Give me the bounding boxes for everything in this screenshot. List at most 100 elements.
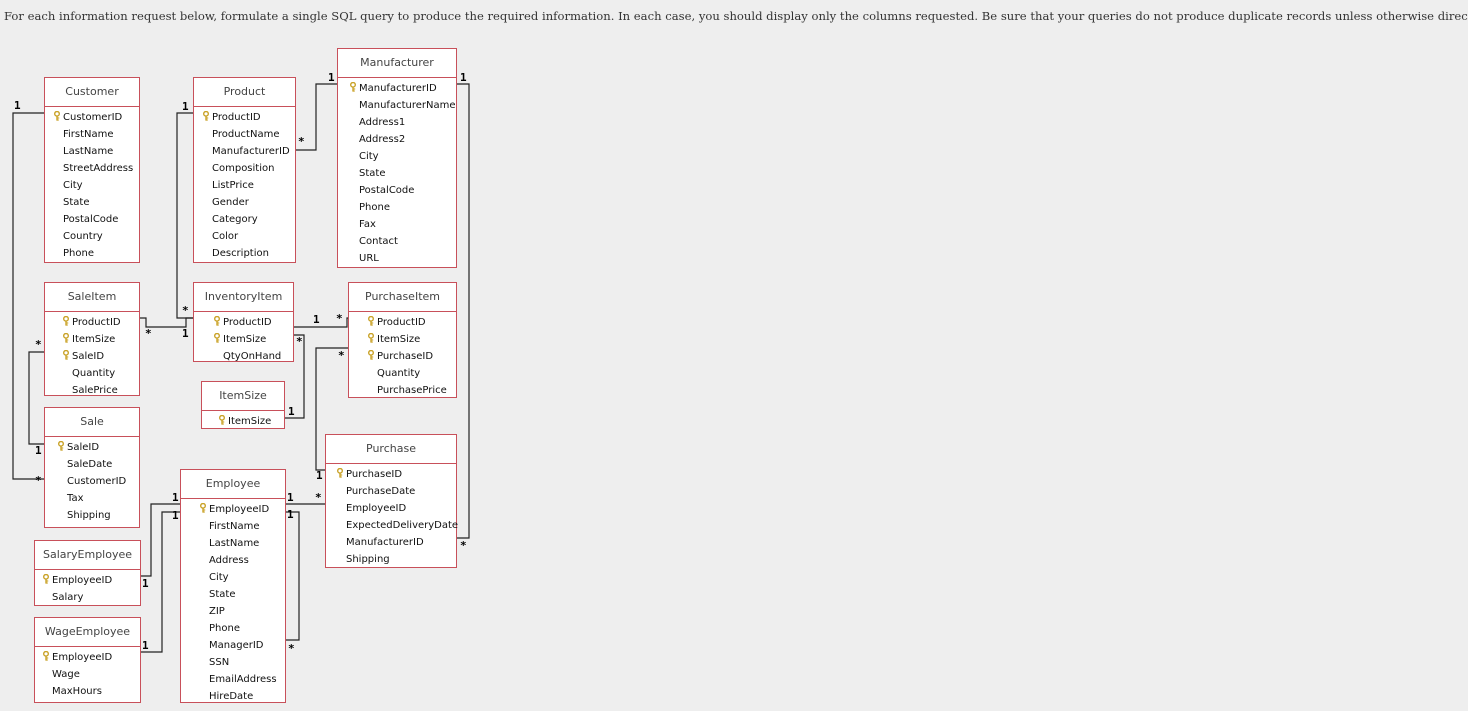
table-field[interactable]: PurchasePrice [367,382,456,399]
table-field[interactable]: ProductID [213,314,293,331]
field-name: Composition [212,163,275,174]
table-field[interactable]: LastName [199,535,285,552]
table-field[interactable]: EmailAddress [199,671,285,688]
table-field[interactable]: ListPrice [202,177,295,194]
table-field[interactable]: ManufacturerID [202,143,295,160]
primary-key-icon [63,350,69,360]
table-field[interactable]: CustomerID [57,473,139,490]
table-field[interactable]: City [349,148,456,165]
table-field[interactable]: Salary [42,589,140,606]
table-field[interactable]: Description [202,245,295,262]
table-field[interactable]: SaleDate [57,456,139,473]
field-name: Address [209,555,249,566]
table-field[interactable]: LastName [53,143,139,160]
customer-table[interactable]: Customer CustomerID FirstName LastName Stre… [44,77,140,263]
primary-key-icon [214,333,220,343]
field-name: CustomerID [63,112,123,123]
table-field[interactable]: PostalCode [349,182,456,199]
table-field[interactable]: Gender [202,194,295,211]
table-field[interactable]: PurchaseID [336,466,456,483]
table-field[interactable]: Shipping [336,551,456,568]
table-field[interactable]: SaleID [57,439,139,456]
table-field[interactable]: ProductID [367,314,456,331]
product-table[interactable]: Product ProductID ProductName Manufacturer… [193,77,296,263]
manufacturer-table[interactable]: Manufacturer ManufacturerID ManufacturerN… [337,48,457,268]
table-field[interactable]: Phone [349,199,456,216]
table-field[interactable]: Phone [199,620,285,637]
table-field[interactable]: ProductID [202,109,295,126]
purchase-table[interactable]: Purchase PurchaseID PurchaseDate EmployeeI… [325,434,458,568]
wageemployee-table[interactable]: WageEmployee EmployeeID Wage MaxHours [34,617,141,703]
table-field[interactable]: ExpectedDeliveryDate [336,517,458,534]
table-field[interactable]: ItemSize [218,413,284,430]
table-field[interactable]: EmployeeID [336,500,456,517]
table-field[interactable]: ItemSize [367,331,456,348]
table-field[interactable]: Address1 [349,114,456,131]
table-field[interactable]: State [349,165,456,182]
table-field[interactable]: City [199,569,285,586]
table-field[interactable]: StreetAddress [53,160,139,177]
table-field[interactable]: Wage [42,666,140,683]
table-field[interactable]: Address [199,552,285,569]
table-field[interactable]: EmployeeID [42,649,140,666]
field-name: Shipping [67,510,111,521]
table-field[interactable]: Color [202,228,295,245]
table-field[interactable]: SaleID [62,348,139,365]
primary-key-icon [58,441,64,451]
table-field[interactable]: City [53,177,139,194]
field-name: PurchaseID [346,469,403,480]
table-field[interactable]: EmployeeID [42,572,140,589]
primary-key-icon [54,111,60,121]
table-field[interactable]: ManufacturerName [349,97,456,114]
table-field[interactable]: Quantity [62,365,139,382]
table-field[interactable]: FirstName [53,126,139,143]
table-field[interactable]: Fax [349,216,456,233]
table-field[interactable]: Shipping [57,507,139,524]
table-field[interactable]: PurchaseDate [336,483,456,500]
field-name: ManagerID [209,640,264,651]
sale-table[interactable]: Sale SaleID SaleDate CustomerID Tax Shipping [44,407,140,528]
field-name: State [209,589,236,600]
primary-key-icon [214,316,220,326]
table-field[interactable]: HireDate [199,688,285,705]
table-field[interactable]: ProductID [62,314,139,331]
field-name: ProductID [72,317,121,328]
table-field[interactable]: QtyOnHand [213,348,293,365]
inventoryitem-table[interactable]: InventoryItem ProductID ItemSize QtyOnHand [193,282,294,362]
table-field[interactable]: EmployeeID [199,501,285,518]
table-field[interactable]: ItemSize [62,331,139,348]
purchaseitem-table[interactable]: PurchaseItem ProductID ItemSize PurchaseID… [348,282,457,398]
table-field[interactable]: CustomerID [53,109,139,126]
table-field[interactable]: Tax [57,490,139,507]
table-field[interactable]: Country [53,228,139,245]
table-field[interactable]: Category [202,211,295,228]
table-field[interactable]: ProductName [202,126,295,143]
saleitem-table[interactable]: SaleItem ProductID ItemSize SaleID Quantity… [44,282,140,396]
table-field[interactable]: ManagerID [199,637,285,654]
table-field[interactable]: Address2 [349,131,456,148]
table-field[interactable]: Contact [349,233,456,250]
table-field[interactable]: URL [349,250,456,267]
table-field[interactable]: SalePrice [62,382,139,399]
employee-table[interactable]: Employee EmployeeID FirstName LastName Addr… [180,469,286,703]
itemsize-table[interactable]: ItemSize ItemSize [201,381,285,429]
table-field[interactable]: SSN [199,654,285,671]
table-field[interactable]: State [199,586,285,603]
table-field[interactable]: Phone [53,245,139,262]
table-field[interactable]: ItemSize [213,331,293,348]
field-name: URL [359,253,379,264]
table-field[interactable]: PostalCode [53,211,139,228]
table-field[interactable]: ZIP [199,603,285,620]
table-field[interactable]: Composition [202,160,295,177]
table-field[interactable]: PurchaseID [367,348,456,365]
cardinality-many: * [145,327,152,340]
table-field[interactable]: Quantity [367,365,456,382]
field-name: SaleDate [67,459,113,470]
table-field[interactable]: State [53,194,139,211]
table-field[interactable]: MaxHours [42,683,140,700]
table-field[interactable]: ManufacturerID [349,80,456,97]
table-field[interactable]: ManufacturerID [336,534,456,551]
table-title: Customer [45,78,139,107]
table-field[interactable]: FirstName [199,518,285,535]
salaryemployee-table[interactable]: SalaryEmployee EmployeeID Salary [34,540,141,606]
